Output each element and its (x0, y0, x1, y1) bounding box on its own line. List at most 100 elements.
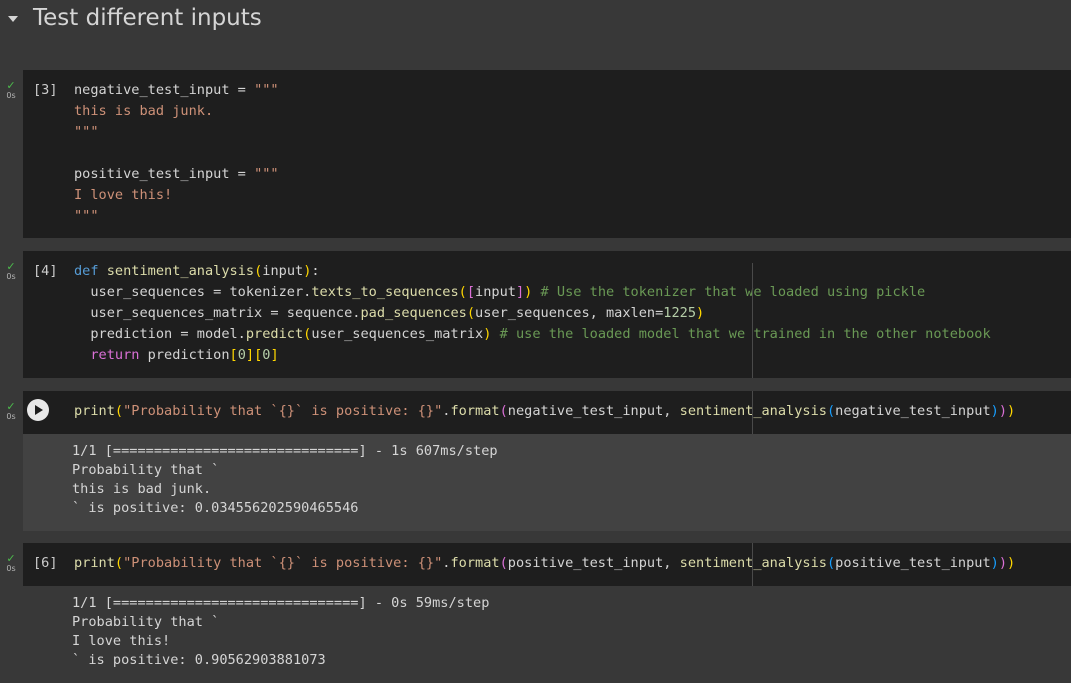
code-block[interactable]: negative_test_input = """ this is bad jun… (74, 80, 279, 227)
code-token: texts_to_sequences (311, 284, 459, 300)
output-line: ` is positive: 0.90562903881073 (72, 652, 326, 668)
code-token: ] (515, 284, 525, 300)
code-token: ) (1007, 555, 1016, 571)
code-token: "Probability that `{}` is positive: {}" (123, 403, 443, 419)
code-token: ) (990, 555, 999, 571)
code-token: prediction (147, 347, 230, 363)
code-token: print (74, 555, 115, 571)
cell-runtime: 0s (6, 564, 16, 573)
output-line: I love this! (72, 633, 171, 649)
code-token: ) (998, 403, 1008, 419)
code-line[interactable]: prediction = model.predict(user_sequence… (74, 324, 991, 345)
code-token: positive_test_input, (507, 555, 680, 571)
code-editor[interactable]: [6] print("Probability that `{}` is posi… (23, 543, 1071, 586)
check-icon: ✓ (6, 552, 16, 565)
code-token: format (450, 555, 500, 571)
cell-status: ✓ 0s (3, 261, 19, 281)
section-header: Test different inputs (0, 0, 1071, 40)
code-token: input (475, 284, 516, 300)
code-token: """ (254, 82, 279, 98)
check-icon: ✓ (6, 79, 16, 92)
code-token: ( (466, 305, 476, 321)
cell-status: ✓ 0s (3, 553, 19, 573)
code-token: this is bad junk. (74, 103, 214, 119)
output-line: 1/1 [==============================] - 1… (72, 443, 498, 459)
run-cell-button[interactable] (27, 399, 49, 421)
code-line[interactable]: user_sequences = tokenizer.texts_to_sequ… (74, 282, 991, 303)
output-line: ` is positive: 0.034556202590465546 (72, 500, 359, 516)
code-line[interactable]: positive_test_input = """ (74, 164, 279, 185)
code-token: prediction = model. (74, 326, 246, 342)
code-line[interactable]: return prediction[0][0] (74, 345, 991, 366)
code-token: format (450, 403, 500, 419)
code-token: user_sequences_matrix (311, 326, 484, 342)
code-token: """ (254, 166, 279, 182)
code-token: """ (74, 208, 99, 224)
code-token: 1225 (663, 305, 697, 321)
code-token: pad_sequences (360, 305, 467, 321)
cell-runtime: 0s (6, 412, 16, 421)
code-token: user_sequences_matrix = sequence. (74, 305, 361, 321)
code-token: ] (245, 347, 255, 363)
code-token: def (74, 263, 107, 279)
code-cell-1[interactable]: ✓ 0s [3] negative_test_input = """ this i… (0, 70, 1071, 238)
code-token: [ (466, 284, 476, 300)
code-token: ( (114, 403, 124, 419)
output-line: Probability that ` (72, 614, 220, 630)
code-token: positive_test_input = (74, 166, 255, 182)
cell-status: ✓ 0s (3, 401, 19, 421)
code-line[interactable]: negative_test_input = """ (74, 80, 279, 101)
code-token: ) (990, 403, 999, 419)
code-token: ) (696, 305, 705, 321)
line-length-ruler (752, 543, 753, 586)
output-line: this is bad junk. (72, 481, 212, 497)
code-editor[interactable]: [3] negative_test_input = """ this is bad… (23, 70, 1071, 238)
code-line[interactable]: this is bad junk. (74, 101, 279, 122)
code-token: sentiment_analysis (679, 555, 827, 571)
code-token: 0 (237, 347, 246, 363)
code-line[interactable]: print("Probability that `{}` is positive… (74, 553, 1015, 574)
code-cell-3[interactable]: ✓ 0s print("Probability that `{}` is pos… (0, 391, 1071, 531)
cell-runtime: 0s (6, 272, 16, 281)
code-cell-2[interactable]: ✓ 0s [4] def sentiment_analysis(input): … (0, 251, 1071, 378)
code-token: ) (1007, 403, 1016, 419)
check-icon: ✓ (6, 260, 16, 273)
code-line[interactable] (74, 143, 279, 164)
code-token: user_sequences = tokenizer. (74, 284, 312, 300)
code-token: # use the loaded model that we trained i… (491, 326, 991, 342)
code-editor[interactable]: [4] def sentiment_analysis(input): user_… (23, 251, 1071, 378)
code-token: [ (229, 347, 238, 363)
code-token: ] (270, 347, 279, 363)
code-token: user_sequences, maxlen= (475, 305, 664, 321)
code-line[interactable]: """ (74, 206, 279, 227)
code-token: sentiment_analysis (106, 263, 255, 279)
code-line[interactable]: I love this! (74, 185, 279, 206)
code-line[interactable]: """ (74, 122, 279, 143)
execution-count: [3] (33, 82, 58, 98)
collapse-caret-icon[interactable] (8, 16, 18, 22)
code-editor[interactable]: print("Probability that `{}` is positive… (23, 391, 1071, 434)
code-token: negative_test_input (835, 403, 991, 419)
code-token: ) (998, 555, 1008, 571)
code-token: ( (458, 284, 467, 300)
code-token: negative_test_input = (74, 82, 255, 98)
line-length-ruler (752, 391, 753, 434)
code-token: ( (826, 555, 836, 571)
code-token: positive_test_input (835, 555, 991, 571)
code-line[interactable]: def sentiment_analysis(input): (74, 261, 991, 282)
code-cell-4[interactable]: ✓ 0s [6] print("Probability that `{}` is… (0, 543, 1071, 683)
code-token: negative_test_input, (507, 403, 680, 419)
code-token: I love this! (74, 187, 173, 203)
execution-count: [6] (33, 555, 58, 571)
code-block[interactable]: print("Probability that `{}` is positive… (74, 553, 1015, 574)
code-block[interactable]: print("Probability that `{}` is positive… (74, 401, 1015, 422)
code-token: ( (826, 403, 836, 419)
code-line[interactable]: print("Probability that `{}` is positive… (74, 401, 1015, 422)
code-block[interactable]: def sentiment_analysis(input): user_sequ… (74, 261, 991, 366)
output-line: Probability that ` (72, 462, 220, 478)
cell-status: ✓ 0s (3, 80, 19, 100)
code-line[interactable]: user_sequences_matrix = sequence.pad_seq… (74, 303, 991, 324)
line-length-ruler (752, 263, 753, 378)
code-token: predict (245, 326, 304, 342)
